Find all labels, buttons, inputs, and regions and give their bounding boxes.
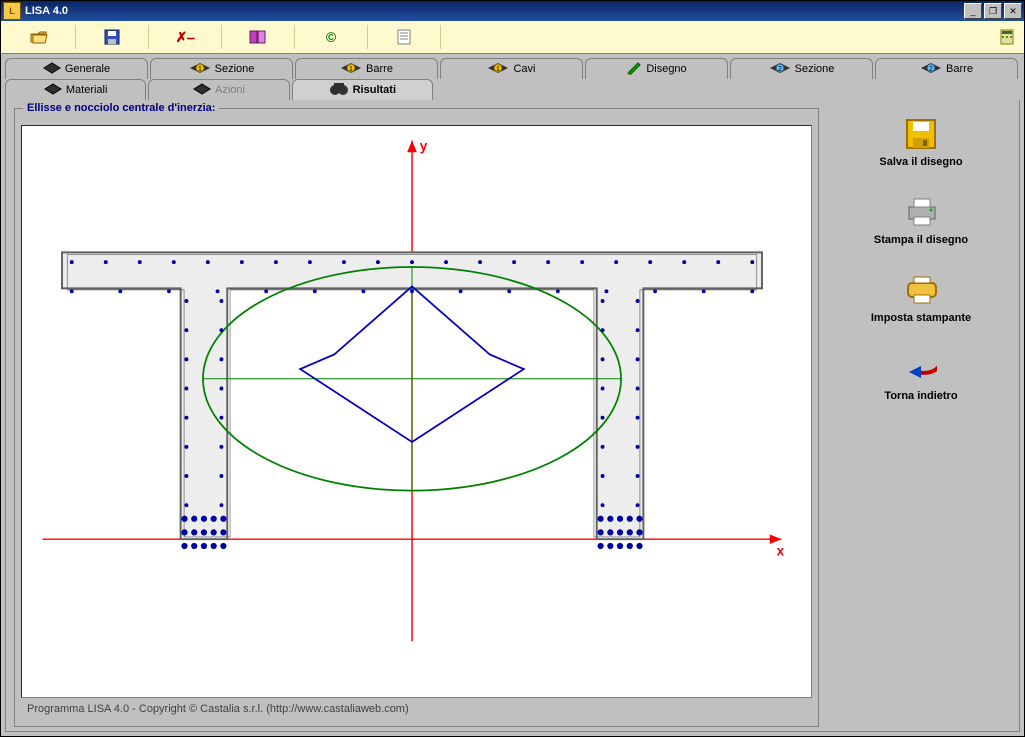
svg-text:y: y	[420, 138, 428, 153]
drawing-group: Ellisse e nocciolo centrale d'inerzia: x…	[14, 108, 819, 727]
book-icon	[249, 30, 267, 44]
tab-sezione[interactable]: 2Sezione	[730, 58, 873, 79]
maximize-button[interactable]: ❐	[984, 3, 1002, 19]
toolbar-document-button[interactable]	[368, 25, 441, 49]
diamond-1y-icon: 1	[487, 62, 509, 77]
svg-text:x: x	[777, 544, 785, 559]
tab-cavi[interactable]: 1Cavi	[440, 58, 583, 79]
calculator-icon	[1000, 29, 1014, 45]
tab-generale[interactable]: Generale	[5, 58, 148, 79]
floppy-yellow-icon	[905, 118, 937, 150]
folder-open-icon	[30, 29, 48, 45]
tab-row-1: Generale1Sezione1Barre1CaviDisegno2Sezio…	[5, 58, 1020, 79]
action-icon: ✗⎯	[176, 29, 195, 46]
close-button[interactable]: ✕	[1004, 3, 1022, 19]
toolbar-save-button[interactable]	[76, 25, 149, 49]
tab-azioni: Azioni	[148, 79, 289, 100]
minimize-button[interactable]: _	[964, 3, 982, 19]
titlebar: L LISA 4.0 _ ❐ ✕	[1, 1, 1024, 21]
toolbar-action1-button[interactable]: ✗⎯	[149, 25, 222, 49]
diamond-1-icon	[193, 83, 211, 98]
print-drawing-button[interactable]: Stampa il disegno	[841, 196, 1001, 246]
tab-risultati[interactable]: Risultati	[292, 79, 433, 100]
print-drawing-label: Stampa il disegno	[874, 234, 968, 246]
side-panel: Salva il disegno Stampa il disegno Impos…	[823, 100, 1019, 731]
back-button[interactable]: Torna indietro	[841, 352, 1001, 402]
back-label: Torna indietro	[884, 390, 957, 402]
back-arrow-icon	[905, 352, 937, 384]
diamond-1-icon	[44, 83, 62, 98]
document-icon	[397, 29, 411, 45]
tab-barre[interactable]: 1Barre	[295, 58, 438, 79]
svg-text:1: 1	[349, 66, 353, 73]
drawing-canvas: xy	[21, 125, 812, 698]
app-title: LISA 4.0	[25, 5, 962, 17]
main-panel: Ellisse e nocciolo centrale d'inerzia: x…	[5, 100, 1020, 732]
toolbar: ✗⎯ ©	[1, 21, 1024, 54]
tabs-area: Generale1Sezione1Barre1CaviDisegno2Sezio…	[1, 54, 1024, 100]
pencil-icon	[626, 61, 642, 78]
tab-disegno[interactable]: Disegno	[585, 58, 728, 79]
svg-text:1: 1	[198, 66, 202, 73]
diamond-2-icon: 2	[920, 62, 942, 77]
diamond-1y-icon: 1	[340, 62, 362, 77]
tab-materiali[interactable]: Materiali	[5, 79, 146, 100]
app-window: L LISA 4.0 _ ❐ ✕ ✗⎯ © Generale1Sezione	[0, 0, 1025, 737]
diamond-1y-icon: 1	[189, 62, 211, 77]
diamond-2-icon: 2	[769, 62, 791, 77]
copyright-icon: ©	[326, 29, 336, 45]
binoculars-icon	[329, 82, 349, 99]
printer-icon	[905, 196, 937, 228]
app-icon: L	[3, 2, 21, 20]
diamond-1-icon	[43, 62, 61, 77]
toolbar-calc-button[interactable]	[992, 25, 1022, 49]
footer-text: Programma LISA 4.0 - Copyright © Castali…	[21, 698, 812, 720]
toolbar-open-button[interactable]	[3, 25, 76, 49]
tab-row-2: MaterialiAzioniRisultati	[5, 79, 435, 100]
printer-setup-label: Imposta stampante	[871, 312, 971, 324]
svg-text:1: 1	[497, 66, 501, 73]
printer-setup-icon	[905, 274, 937, 306]
svg-text:2: 2	[778, 66, 782, 73]
tab-barre[interactable]: 2Barre	[875, 58, 1018, 79]
floppy-icon	[104, 29, 120, 45]
toolbar-copyright-button[interactable]: ©	[295, 25, 368, 49]
section-diagram: xy	[22, 126, 802, 651]
drawing-group-title: Ellisse e nocciolo centrale d'inerzia:	[23, 102, 219, 114]
tab-sezione[interactable]: 1Sezione	[150, 58, 293, 79]
save-drawing-button[interactable]: Salva il disegno	[841, 118, 1001, 168]
printer-setup-button[interactable]: Imposta stampante	[841, 274, 1001, 324]
save-drawing-label: Salva il disegno	[879, 156, 962, 168]
toolbar-book-button[interactable]	[222, 25, 295, 49]
svg-text:2: 2	[929, 66, 933, 73]
